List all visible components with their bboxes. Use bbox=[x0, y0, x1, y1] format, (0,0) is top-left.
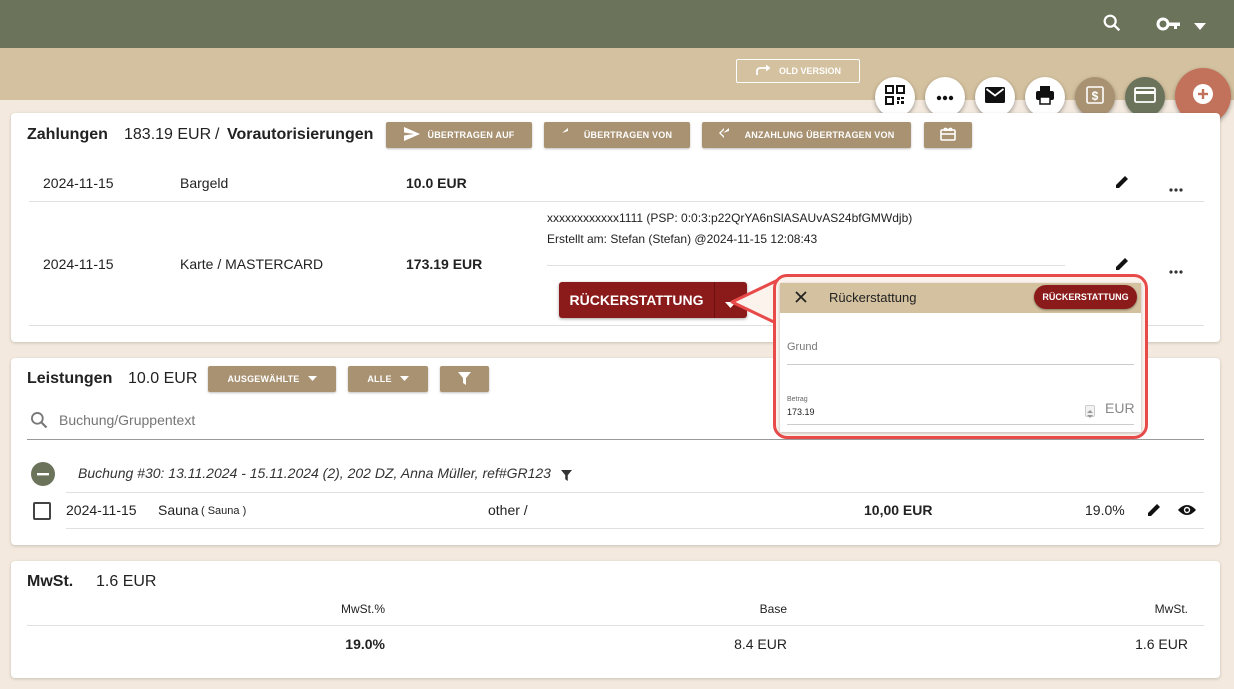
edit-icon[interactable] bbox=[1146, 502, 1162, 523]
collapse-icon[interactable] bbox=[31, 462, 55, 486]
redo-icon bbox=[755, 64, 771, 78]
print-icon bbox=[1035, 85, 1055, 110]
payment-card-button[interactable] bbox=[1125, 77, 1165, 117]
reply-icon bbox=[561, 128, 576, 142]
close-icon[interactable] bbox=[795, 290, 807, 308]
payment-cash-button[interactable]: $ bbox=[1075, 77, 1115, 117]
print-button[interactable] bbox=[1025, 77, 1065, 117]
more-actions-button[interactable] bbox=[925, 77, 965, 117]
deposit-transfer-button[interactable]: ANZAHLUNG ÜBERTRAGEN VON bbox=[702, 122, 911, 148]
vat-total: 1.6 EUR bbox=[96, 573, 157, 590]
service-amount: 10,00 EUR bbox=[864, 502, 933, 518]
vat-header-rate: MwSt.% bbox=[340, 602, 385, 616]
payments-total: 183.19 EUR bbox=[124, 126, 212, 143]
gift-card-icon bbox=[940, 127, 956, 143]
payment-method: Bargeld bbox=[180, 175, 229, 191]
vat-title: MwSt. bbox=[27, 573, 74, 590]
vat-rate: 19.0% bbox=[345, 636, 385, 652]
transfer-to-button[interactable]: ÜBERTRAGEN AUF bbox=[386, 122, 532, 148]
reason-underline bbox=[787, 364, 1134, 365]
service-vat: 19.0% bbox=[1085, 502, 1125, 518]
payment-amount: 173.19 EUR bbox=[406, 256, 483, 272]
svg-text:$: $ bbox=[1092, 89, 1099, 103]
payment-date: 2024-11-15 bbox=[43, 256, 114, 272]
divider bbox=[29, 201, 1204, 202]
reply-all-icon bbox=[718, 128, 737, 142]
amount-underline bbox=[787, 424, 1134, 425]
selected-dropdown-button[interactable]: AUSGEWÄHLTE bbox=[208, 366, 336, 392]
qr-code-button[interactable] bbox=[875, 77, 915, 117]
services-total: 10.0 EUR bbox=[128, 370, 198, 387]
qr-code-icon bbox=[885, 84, 905, 110]
divider bbox=[66, 528, 1204, 529]
old-version-label: OLD VERSION bbox=[778, 66, 841, 76]
currency-label: EUR bbox=[1105, 400, 1135, 416]
refund-popup: Rückerstattung RÜCKERSTATTUNG Grund Betr… bbox=[780, 283, 1141, 432]
refund-confirm-button[interactable]: RÜCKERSTATTUNG bbox=[1034, 285, 1137, 309]
vat-base: 8.4 EUR bbox=[734, 636, 787, 652]
payment-amount: 10.0 EUR bbox=[406, 175, 467, 191]
send-icon bbox=[403, 127, 420, 143]
vat-card: MwSt. 1.6 EUR MwSt.% Base MwSt. 19.0% 8.… bbox=[11, 561, 1220, 678]
key-icon[interactable] bbox=[1156, 13, 1182, 40]
plus-circle-icon bbox=[1192, 83, 1214, 110]
eye-icon[interactable] bbox=[1178, 503, 1196, 522]
search-underline bbox=[27, 439, 1204, 440]
top-bar bbox=[0, 0, 1234, 48]
amount-label: Betrag bbox=[787, 396, 808, 403]
mail-icon bbox=[985, 86, 1005, 108]
chevron-down-icon[interactable] bbox=[1194, 18, 1206, 36]
edit-icon[interactable] bbox=[1114, 174, 1130, 195]
booking-label: Buchung #30: 13.11.2024 - 15.11.2024 (2)… bbox=[78, 465, 551, 481]
voucher-button[interactable] bbox=[924, 122, 972, 148]
divider bbox=[66, 492, 1204, 493]
more-horizontal-icon bbox=[936, 88, 954, 106]
payment-method: Karte / MASTERCARD bbox=[180, 256, 324, 272]
all-dropdown-button[interactable]: ALLE bbox=[348, 366, 428, 392]
divider bbox=[27, 625, 1204, 626]
chevron-down-icon bbox=[307, 374, 317, 384]
filter-icon[interactable] bbox=[561, 468, 572, 486]
refund-button[interactable]: RÜCKERSTATTUNG bbox=[559, 282, 714, 318]
email-button[interactable] bbox=[975, 77, 1015, 117]
chevron-down-icon bbox=[399, 374, 409, 384]
card-info: xxxxxxxxxxxx1111 (PSP: 0:0:3:p22QrYA6nSl… bbox=[547, 211, 913, 225]
more-horizontal-icon[interactable] bbox=[1169, 179, 1183, 197]
vat-header-base: Base bbox=[759, 602, 787, 616]
reason-input[interactable] bbox=[787, 345, 1132, 363]
vat-header-tax: MwSt. bbox=[1154, 602, 1188, 616]
filter-button[interactable] bbox=[440, 366, 489, 392]
credit-card-icon bbox=[1134, 86, 1156, 108]
transfer-from-button[interactable]: ÜBERTRAGEN VON bbox=[544, 122, 690, 148]
cash-icon: $ bbox=[1085, 85, 1105, 110]
service-name: Sauna bbox=[158, 502, 199, 518]
amount-input[interactable]: 173.19 bbox=[787, 407, 815, 417]
payments-title: Zahlungen bbox=[27, 126, 108, 143]
refund-popup-title: Rückerstattung bbox=[829, 290, 917, 305]
preauth-label: Vorautorisierungen bbox=[227, 126, 374, 143]
payment-date: 2024-11-15 bbox=[43, 175, 114, 191]
services-title: Leistungen bbox=[27, 370, 113, 387]
service-category: other / bbox=[488, 502, 528, 518]
stepper-icon[interactable] bbox=[1085, 405, 1095, 418]
search-icon bbox=[29, 410, 49, 435]
payments-separator: / bbox=[215, 126, 220, 143]
service-date: 2024-11-15 bbox=[66, 502, 137, 518]
old-version-button[interactable]: OLD VERSION bbox=[736, 59, 860, 83]
row-checkbox[interactable] bbox=[33, 502, 51, 520]
service-subname: ( Sauna ) bbox=[201, 505, 247, 517]
refund-split-button: RÜCKERSTATTUNG bbox=[559, 282, 747, 318]
created-info: Erstellt am: Stefan (Stefan) @2024-11-15… bbox=[547, 232, 818, 246]
more-horizontal-icon[interactable] bbox=[1169, 261, 1183, 279]
vat-tax: 1.6 EUR bbox=[1135, 636, 1188, 652]
filter-icon bbox=[458, 371, 471, 387]
divider bbox=[547, 265, 1065, 266]
search-icon[interactable] bbox=[1101, 12, 1123, 39]
search-input[interactable] bbox=[57, 409, 777, 431]
